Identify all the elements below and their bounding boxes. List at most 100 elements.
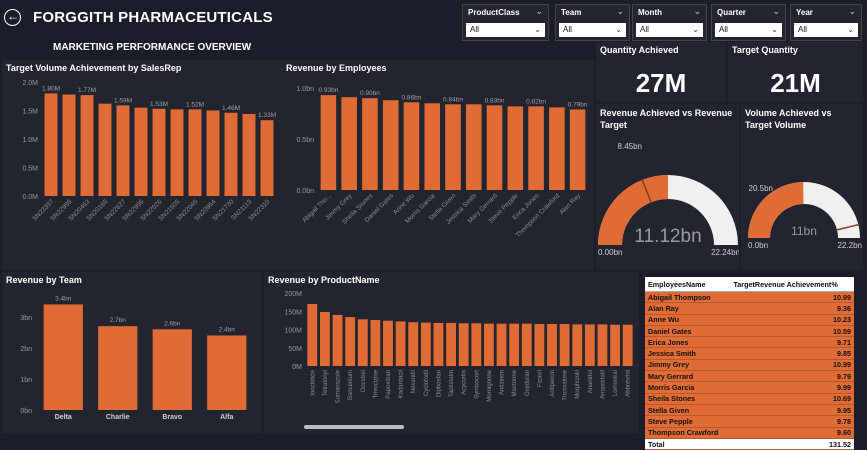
chevron-down-icon: ⌄ — [771, 25, 778, 34]
bar — [445, 104, 461, 190]
filter-select[interactable]: All ⌄ — [559, 23, 626, 37]
column-header-employeesname[interactable]: EmployeesName — [645, 277, 731, 292]
gauge-target-label: 20.5bn — [749, 184, 773, 193]
bar — [395, 321, 406, 366]
x-tick-label: Sumanazole — [336, 369, 342, 403]
total-value: 131.52 — [730, 438, 854, 450]
horizontal-scrollbar[interactable] — [304, 425, 404, 429]
filter-label: ProductClass — [468, 8, 520, 17]
gauge-max-label: 22.24bn — [711, 248, 739, 257]
x-tick-label: Mornignone — [487, 369, 493, 401]
achievement-cell: 10.23 — [730, 314, 854, 326]
chevron-down-icon: ⌄ — [615, 25, 622, 34]
column-header-achievement[interactable]: TargetRevenue Achievement% — [730, 277, 854, 292]
bar — [584, 324, 595, 366]
chevron-down-icon: ⌄ — [692, 25, 699, 34]
y-tick-label: 50M — [288, 346, 302, 353]
data-label: 2.6bn — [164, 320, 181, 327]
bar — [341, 97, 357, 190]
bar — [509, 323, 520, 366]
bar — [424, 103, 441, 190]
x-tick-label: Nexandil — [411, 370, 417, 393]
x-tick-label: Lomoviral — [613, 370, 619, 396]
table-row[interactable]: Jimmy Grey 10.99 — [645, 359, 854, 372]
table-row[interactable]: Stella Given 9.95 — [645, 404, 854, 417]
x-tick-label: Bancenium — [348, 370, 354, 400]
table-row[interactable]: Alan Ray 9.36 — [645, 302, 854, 315]
kpi-label: Quantity Achieved — [600, 45, 679, 55]
bar — [98, 326, 138, 410]
x-tick-label: Ananidol — [588, 370, 594, 393]
table-row[interactable]: Sheila Stones 10.69 — [645, 393, 854, 405]
filter-team[interactable]: Team ⌄ All ⌄ — [555, 4, 630, 41]
chevron-down-icon: ⌄ — [616, 6, 624, 16]
data-label: 1.46M — [222, 105, 240, 112]
gauge-target-label: 8.45bn — [618, 142, 642, 151]
x-tick-label: Antipercin — [550, 370, 556, 397]
y-tick-label: 200M — [284, 291, 302, 298]
bar — [408, 322, 419, 366]
gauge-value-label: 11.12bn — [634, 226, 701, 247]
achievement-cell: 9.79 — [730, 370, 854, 383]
bar — [521, 323, 532, 366]
panel-volume-gauge: Volume Achieved vs Target Volume 11bn 20.… — [741, 104, 863, 270]
filter-select[interactable]: All ⌄ — [636, 23, 703, 37]
x-tick-label: Kadardacil — [399, 370, 405, 398]
employee-name-cell: Steve Pepple — [645, 415, 731, 428]
table-row[interactable]: Abigail Thompson 10.99 — [645, 291, 854, 304]
employee-name-cell: Anne Wu — [645, 314, 731, 326]
chart-revenue-employees: 0.0bn0.5bn1.0bn 0.93bnAbigail Tho...Jimmy… — [296, 86, 588, 239]
bar — [44, 93, 58, 196]
x-tick-label: Acycortin — [462, 370, 468, 395]
bar — [224, 112, 238, 196]
filter-year[interactable]: Year ⌄ All ⌄ — [790, 4, 862, 41]
table-row[interactable]: Steve Pepple 9.78 — [645, 415, 854, 428]
bar — [62, 94, 76, 196]
employee-name-cell: Mary Gerrard — [645, 370, 731, 383]
achievement-cell: 10.59 — [730, 325, 854, 338]
filter-select[interactable]: All ⌄ — [794, 23, 858, 37]
employee-name-cell: Jimmy Grey — [645, 359, 731, 372]
table-row[interactable]: Anne Wu 10.23 — [645, 314, 854, 326]
x-tick-label: Antiainon — [500, 370, 506, 395]
x-tick-label: Tetratonyl — [323, 370, 329, 396]
achievement-cell: 9.95 — [730, 404, 854, 417]
y-tick-label: 2bn — [20, 346, 32, 353]
filter-label: Quarter — [717, 8, 746, 17]
filter-select[interactable]: All ⌄ — [466, 23, 545, 37]
filter-quarter[interactable]: Quarter ⌄ All ⌄ — [711, 4, 786, 41]
data-label: 1.53M — [150, 101, 168, 108]
table-row[interactable]: Mary Gerrard 9.79 — [645, 370, 854, 383]
table-row[interactable]: Morris Garcia 9.99 — [645, 381, 854, 394]
bar — [507, 106, 524, 190]
filter-label: Year — [796, 8, 813, 17]
filter-value: All — [563, 25, 572, 34]
y-tick-label: 150M — [284, 309, 302, 316]
data-label: 0.82bn — [526, 98, 546, 105]
data-label: 0.79bn — [568, 101, 588, 108]
filter-month[interactable]: Month ⌄ All ⌄ — [632, 4, 707, 41]
y-tick-label: 1.0M — [22, 137, 38, 144]
bar — [332, 314, 343, 366]
y-tick-label: 0bn — [20, 408, 32, 415]
kpi-value: 21M — [770, 68, 821, 98]
table-row[interactable]: Jessica Smith 9.85 — [645, 347, 854, 360]
chevron-down-icon: ⌄ — [772, 6, 780, 16]
table-row[interactable]: Erica Jones 9.71 — [645, 336, 854, 349]
employee-name-cell: Thompson Crawford — [645, 427, 731, 439]
table-row[interactable]: Thompson Crawford 9.60 — [645, 427, 854, 439]
table-row[interactable]: Daniel Gates 10.59 — [645, 325, 854, 338]
bar — [383, 320, 393, 366]
back-button[interactable]: ← — [4, 9, 21, 26]
data-label: 1.59M — [114, 97, 132, 104]
panel-target-volume: Target Volume Achievement by SalesRep 0.… — [2, 60, 282, 270]
bar — [98, 103, 112, 196]
filter-select[interactable]: All ⌄ — [715, 23, 782, 37]
x-tick-label: Taptistatin — [449, 370, 455, 397]
bar — [345, 317, 356, 366]
bar — [242, 113, 256, 196]
filter-productclass[interactable]: ProductClass ⌄ All ⌄ — [462, 4, 549, 41]
x-tick-label: Symbocort — [474, 370, 480, 399]
data-label: 1.33M — [258, 112, 276, 119]
bar — [116, 105, 130, 196]
